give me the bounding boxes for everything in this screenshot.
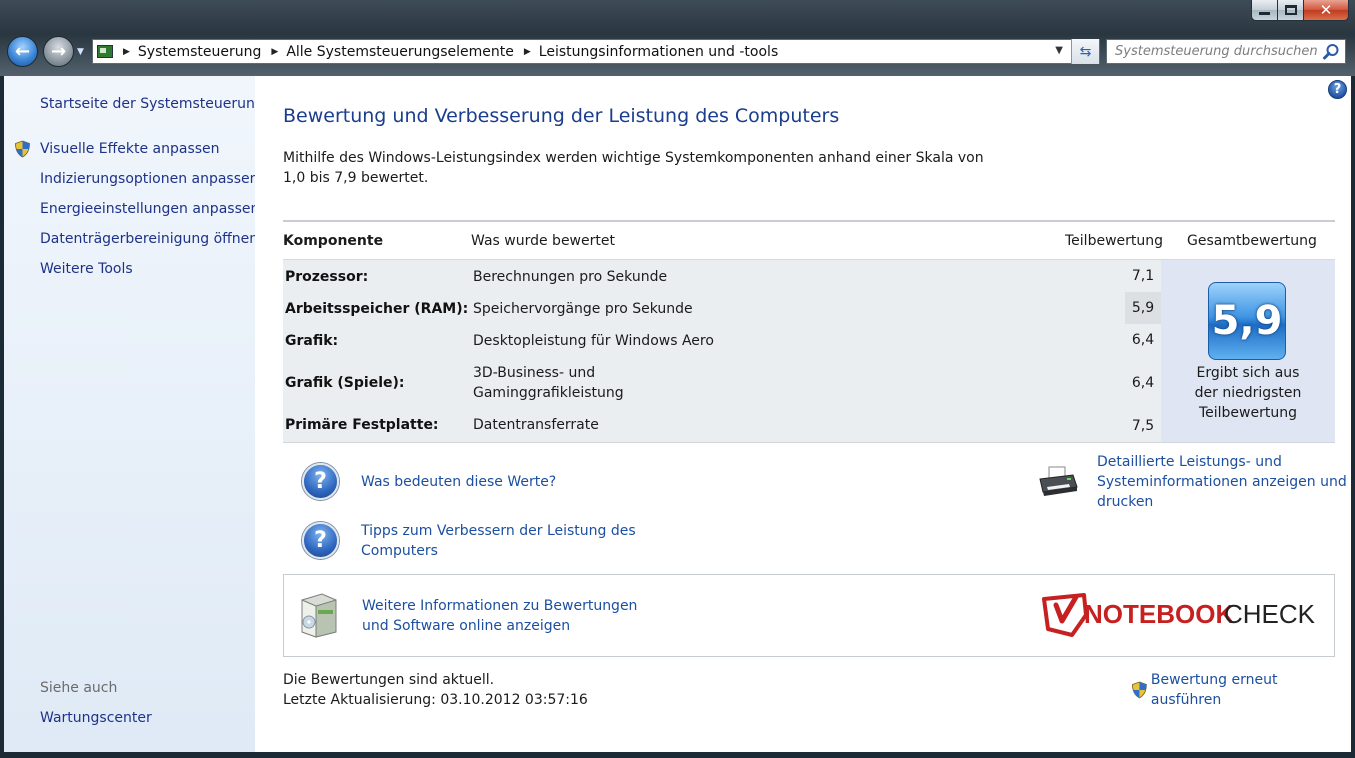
detailed-info-print-link[interactable]: Detaillierte Leistungs- und Systeminform… — [1097, 452, 1347, 512]
breadcrumb-separator[interactable]: ▶ — [524, 47, 531, 57]
table-row-subscore-lowest: 5,9 — [1125, 292, 1161, 324]
online-info-box: Weitere Informationen zu Bewertungen und… — [283, 574, 1335, 657]
table-row-subscore: 7,1 — [1131, 268, 1155, 284]
notebookcheck-logo: NOTEBOOK CHECK — [1042, 593, 1316, 637]
header-teilbewertung: Teilbewertung — [1065, 233, 1164, 249]
online-info-link[interactable]: Weitere Informationen zu Bewertungen und… — [362, 596, 637, 636]
sidebar: Startseite der Systemsteuerung Visuelle … — [4, 76, 264, 752]
base-score-caption-line: Ergibt sich aus — [1196, 365, 1300, 381]
back-button[interactable]: ← — [7, 36, 38, 67]
status-last-update: Letzte Aktualisierung: 03.10.2012 03:57:… — [283, 692, 588, 708]
breadcrumb-separator[interactable]: ▶ — [271, 47, 278, 57]
table-row-description: Berechnungen pro Sekunde — [473, 269, 668, 285]
table-row-label: Grafik (Spiele): — [285, 375, 405, 391]
logo-check-text: CHECK — [1224, 599, 1316, 629]
sidebar-item-wartungscenter[interactable]: Wartungscenter — [40, 710, 152, 726]
online-link-line[interactable]: Weitere Informationen zu Bewertungen — [362, 596, 637, 616]
title-bar: ✕ ← → ▼ ▶ Systemsteuerung ▶ Alle Systems… — [0, 0, 1355, 76]
table-bottom-border — [283, 442, 1335, 443]
table-row-subscore: 6,4 — [1131, 332, 1155, 348]
refresh-button[interactable]: ⇆ — [1071, 39, 1099, 64]
tips-link-line[interactable]: Computers — [361, 541, 636, 561]
table-row-description-line: Gaminggrafikleistung — [473, 385, 624, 401]
intro-text: Mithilfe des Windows-Leistungsindex werd… — [283, 150, 984, 186]
printer-icon — [1039, 466, 1078, 496]
table-row-description-line: 3D-Business- und — [473, 365, 596, 381]
maximize-button[interactable] — [1277, 0, 1303, 21]
recent-pages-dropdown[interactable]: ▼ — [77, 47, 84, 57]
help-icon[interactable]: ? — [1328, 80, 1347, 99]
refresh-icon: ⇆ — [1079, 43, 1092, 60]
tips-improve-performance-link[interactable]: Tipps zum Verbessern der Leistung des Co… — [361, 521, 636, 561]
table-row-label: Prozessor: — [285, 269, 369, 285]
main-content: ? Bewertung und Verbesserung der Leistun… — [255, 76, 1351, 752]
table-row-label: Primäre Festplatte: — [285, 417, 439, 433]
minimize-button[interactable] — [1251, 0, 1277, 21]
back-arrow-icon: ← — [14, 40, 31, 62]
search-input[interactable] — [1115, 41, 1325, 62]
status-text: Die Bewertungen sind aktuell. Letzte Akt… — [283, 670, 588, 710]
question-icon: ? — [302, 522, 339, 559]
table-row-subscore: 6,4 — [1131, 375, 1155, 391]
score-table-body — [283, 260, 1161, 442]
sidebar-item-weitere-tools[interactable]: Weitere Tools — [40, 261, 133, 277]
online-link-line[interactable]: und Software online anzeigen — [362, 616, 637, 636]
uac-shield-icon — [15, 140, 30, 158]
address-bar[interactable]: ▶ Systemsteuerung ▶ Alle Systemsteuerung… — [92, 39, 1100, 64]
header-komponente: Komponente — [283, 233, 384, 249]
breadcrumb-alle-elemente[interactable]: Alle Systemsteuerungselemente — [286, 44, 514, 60]
table-row-description: Speichervorgänge pro Sekunde — [473, 301, 693, 317]
table-row-description: Desktopleistung für Windows Aero — [473, 333, 714, 349]
breadcrumb-separator[interactable]: ▶ — [123, 47, 130, 57]
close-button[interactable]: ✕ — [1303, 0, 1349, 21]
see-also-heading: Siehe auch — [40, 680, 118, 696]
table-row-description: Datentransferrate — [473, 417, 599, 433]
base-score-caption-line: Teilbewertung — [1198, 405, 1297, 421]
close-icon: ✕ — [1319, 0, 1333, 19]
software-box-icon — [301, 593, 337, 638]
question-icon: ? — [302, 463, 339, 500]
table-top-border — [283, 220, 1335, 222]
sidebar-item-energie[interactable]: Energieeinstellungen anpassen — [40, 201, 259, 217]
what-do-scores-mean-link[interactable]: Was bedeuten diese Werte? — [361, 472, 556, 492]
control-panel-icon — [97, 45, 113, 58]
logo-notebook-text: NOTEBOOK — [1084, 599, 1234, 629]
table-row-label: Grafik: — [285, 333, 339, 349]
minimize-icon — [1259, 12, 1270, 15]
uac-shield-icon — [1132, 681, 1147, 699]
rerun-assessment-button[interactable]: Bewertung erneut ausführen — [1131, 670, 1351, 710]
details-link-line[interactable]: Systeminformationen anzeigen und — [1097, 472, 1347, 492]
header-gesamtbewertung: Gesamtbewertung — [1187, 233, 1317, 249]
base-score-badge: 5,9 — [1208, 282, 1286, 360]
table-row-subscore: 7,5 — [1131, 418, 1155, 434]
sidebar-item-indizierung[interactable]: Indizierungsoptionen anpassen — [40, 171, 259, 187]
address-dropdown-icon[interactable]: ▼ — [1055, 45, 1063, 56]
tips-link-line[interactable]: Tipps zum Verbessern der Leistung des — [361, 521, 636, 541]
breadcrumb-leistungsinformationen[interactable]: Leistungsinformationen und -tools — [539, 44, 778, 60]
maximize-icon — [1284, 5, 1297, 15]
details-link-line[interactable]: drucken — [1097, 492, 1347, 512]
status-current: Die Bewertungen sind aktuell. — [283, 672, 495, 688]
sidebar-item-visuelle-effekte[interactable]: Visuelle Effekte anpassen — [40, 141, 220, 157]
table-row-description: 3D-Business- und Gaminggrafikleistung — [473, 363, 624, 403]
breadcrumb-systemsteuerung[interactable]: Systemsteuerung — [138, 44, 261, 60]
forward-button[interactable]: → — [43, 36, 74, 67]
forward-arrow-icon: → — [50, 40, 67, 62]
caption-buttons: ✕ — [1251, 0, 1349, 21]
base-score-caption: Ergibt sich aus der niedrigsten Teilbewe… — [1161, 363, 1335, 423]
page-title: Bewertung und Verbesserung der Leistung … — [283, 105, 840, 127]
sidebar-home-link[interactable]: Startseite der Systemsteuerung — [40, 96, 264, 112]
search-box[interactable] — [1106, 39, 1346, 64]
rerun-assessment-link[interactable]: Bewertung erneut ausführen — [1151, 670, 1351, 710]
details-link-line[interactable]: Detaillierte Leistungs- und — [1097, 452, 1347, 472]
sidebar-item-datentraegerbereinigung[interactable]: Datenträgerbereinigung öffnen — [40, 231, 258, 247]
table-row-label: Arbeitsspeicher (RAM): — [285, 301, 469, 317]
header-was-wurde-bewertet: Was wurde bewertet — [471, 233, 615, 249]
search-icon[interactable] — [1323, 43, 1340, 60]
base-score-caption-line: der niedrigsten — [1194, 385, 1302, 401]
